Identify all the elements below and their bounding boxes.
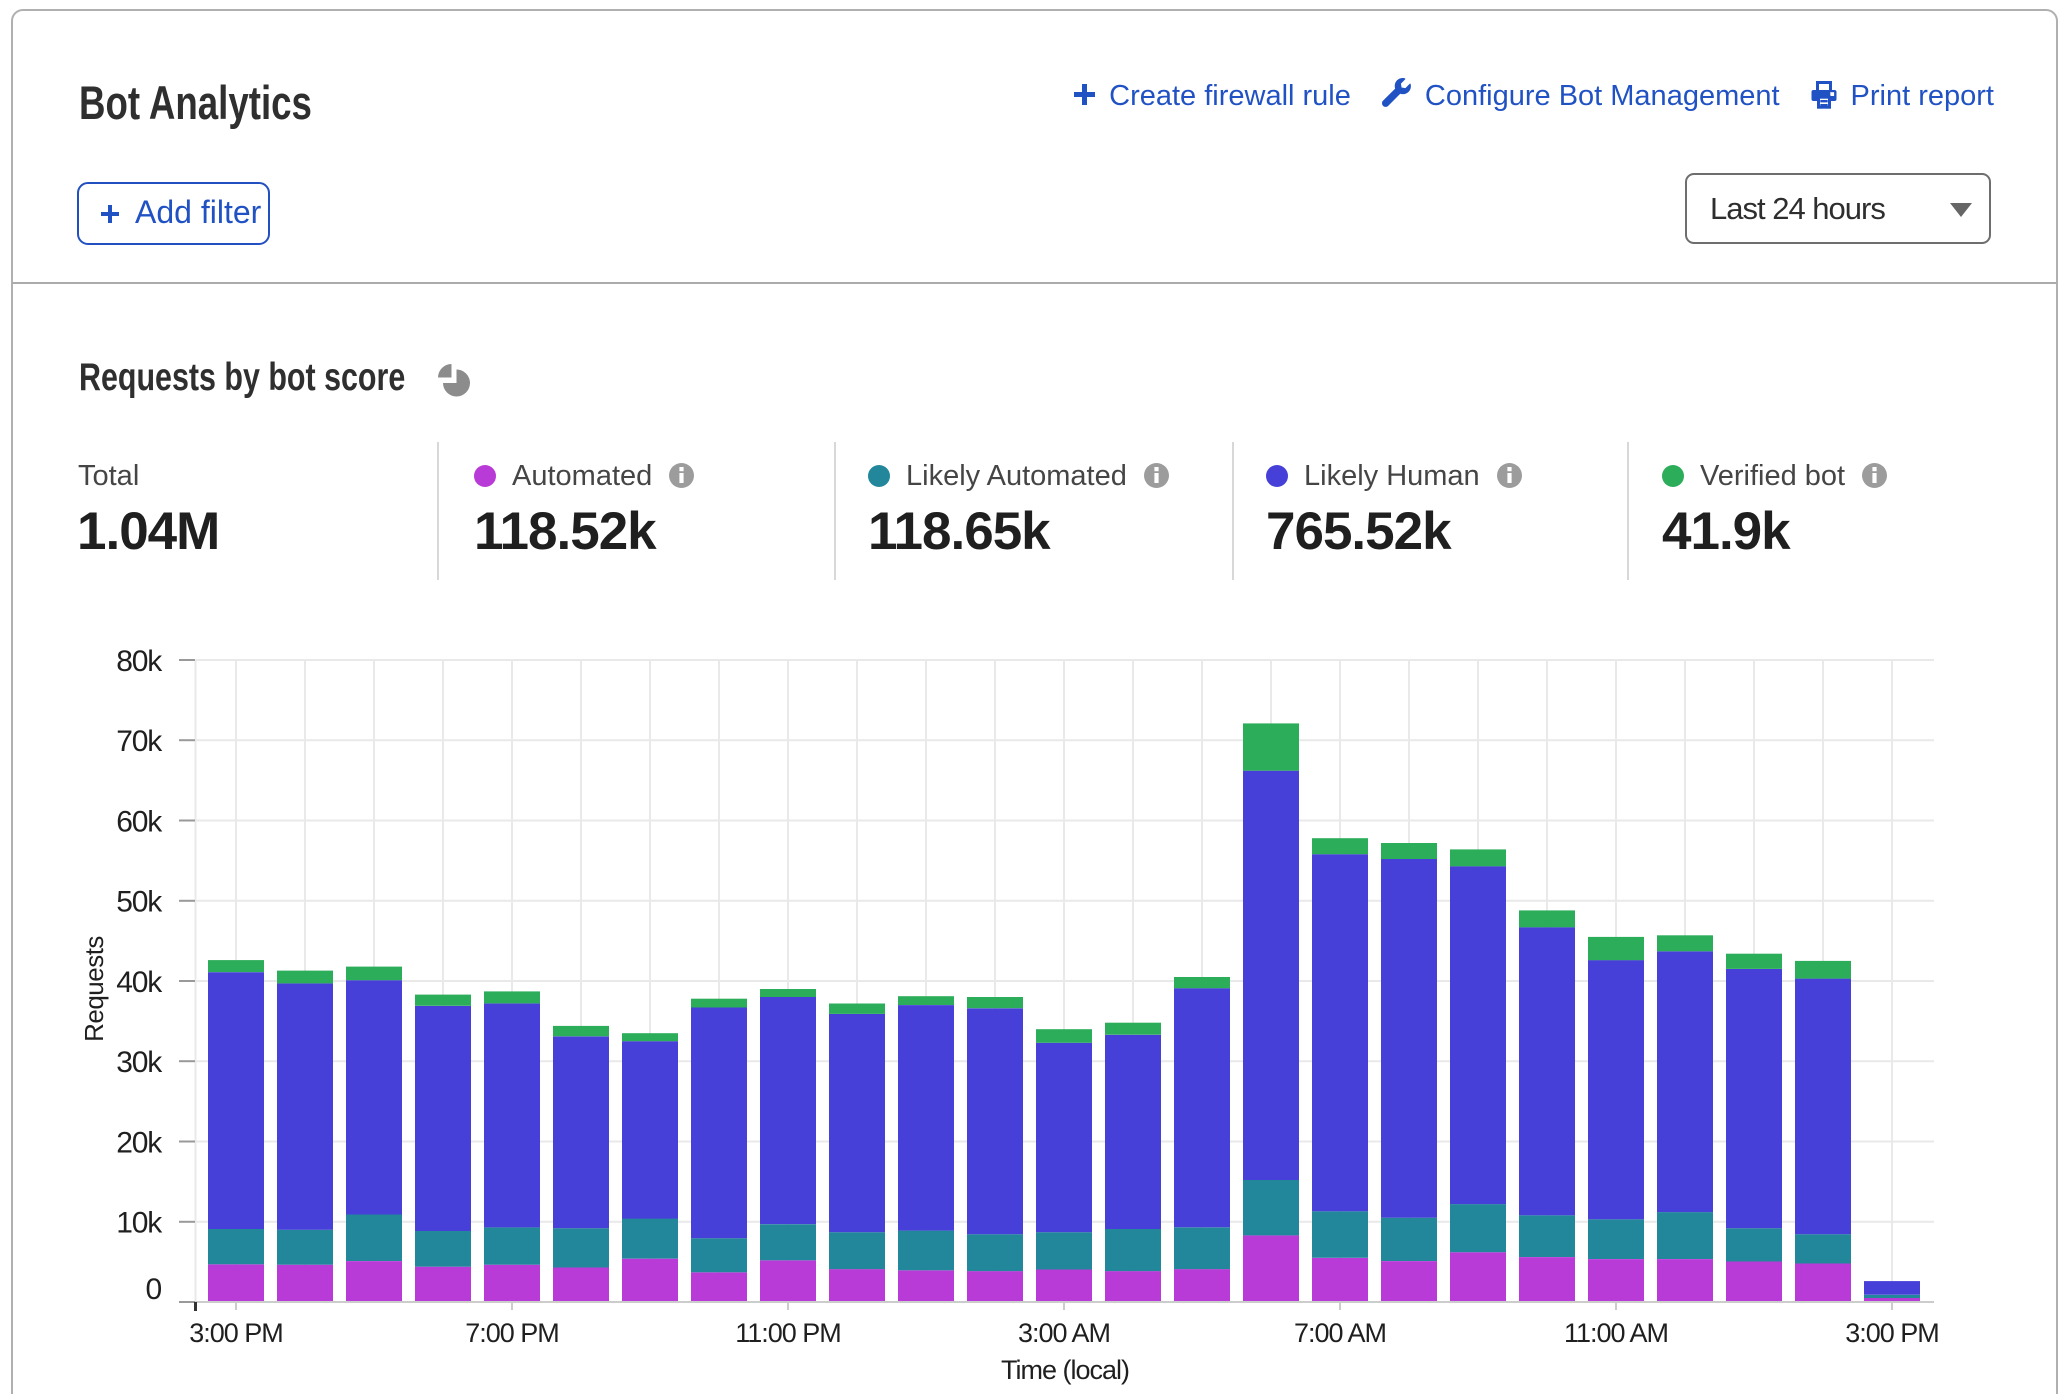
svg-text:50k: 50k <box>116 886 163 919</box>
svg-text:11:00 PM: 11:00 PM <box>735 1318 841 1348</box>
svg-text:40k: 40k <box>116 966 163 999</box>
svg-text:80k: 80k <box>116 645 163 678</box>
svg-text:7:00 AM: 7:00 AM <box>1294 1318 1386 1348</box>
svg-text:11:00 AM: 11:00 AM <box>1564 1318 1668 1348</box>
svg-text:60k: 60k <box>116 805 163 838</box>
svg-text:7:00 PM: 7:00 PM <box>465 1318 559 1348</box>
svg-text:Requests: Requests <box>79 936 109 1042</box>
svg-text:Time (local): Time (local) <box>1001 1355 1129 1385</box>
svg-text:20k: 20k <box>116 1126 163 1159</box>
svg-text:3:00 PM: 3:00 PM <box>189 1318 283 1348</box>
svg-text:30k: 30k <box>116 1046 163 1079</box>
svg-text:0: 0 <box>146 1273 162 1306</box>
svg-text:3:00 PM: 3:00 PM <box>1845 1318 1939 1348</box>
svg-text:3:00 AM: 3:00 AM <box>1018 1318 1110 1348</box>
svg-text:10k: 10k <box>116 1207 163 1240</box>
svg-text:70k: 70k <box>116 725 163 758</box>
